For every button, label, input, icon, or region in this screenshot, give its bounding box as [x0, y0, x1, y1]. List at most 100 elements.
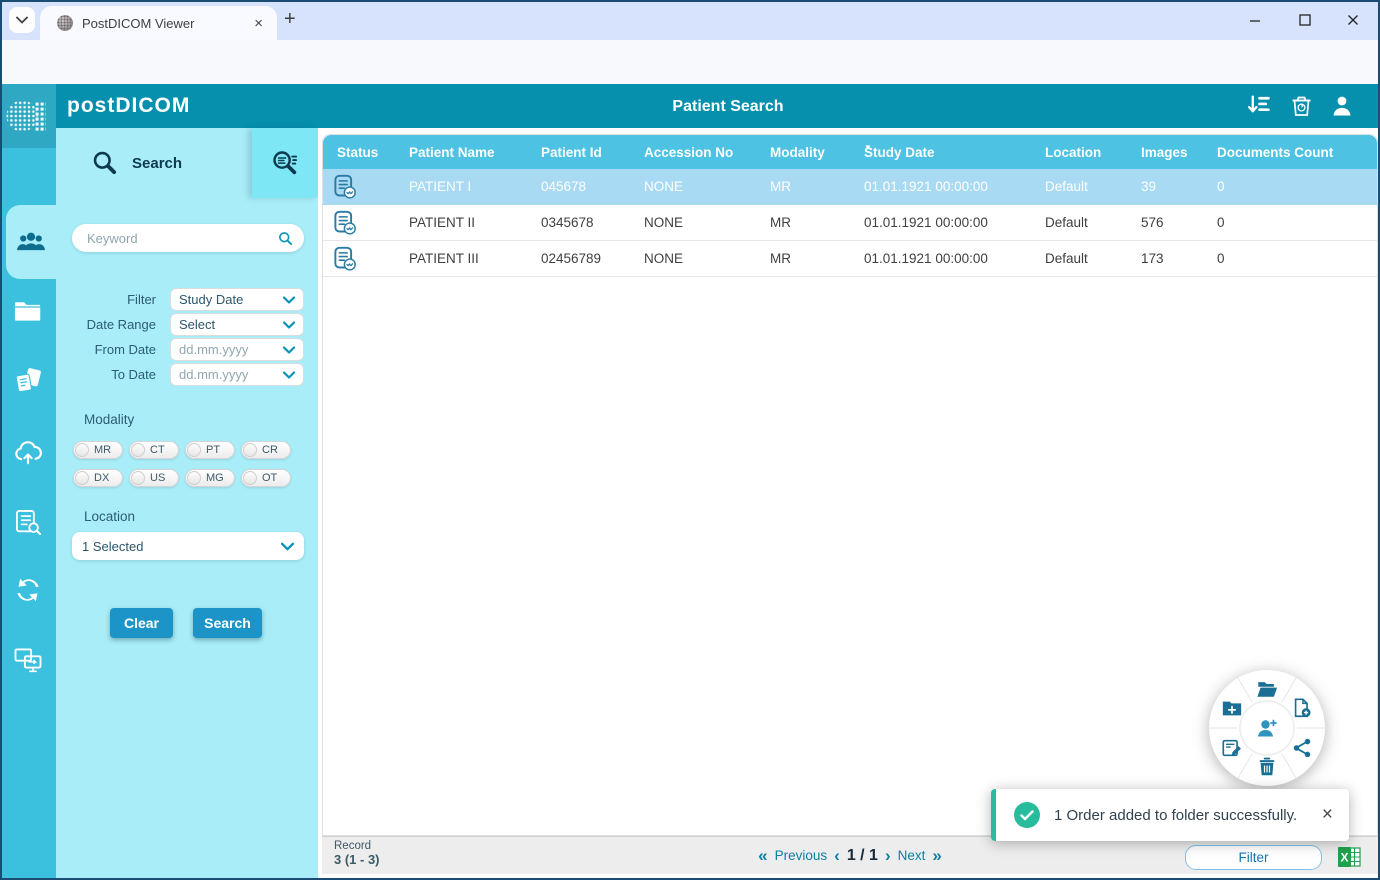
record-label: Record	[334, 840, 380, 852]
column-header-accession-no[interactable]: Accession No	[630, 145, 756, 160]
prev-page-icon[interactable]: ‹	[834, 847, 840, 864]
column-header-study-date[interactable]: ▼Study Date	[850, 145, 1031, 160]
accession-no-cell: NONE	[630, 179, 756, 194]
browser-tab[interactable]: PostDICOM Viewer ×	[40, 6, 277, 40]
favicon	[57, 15, 73, 31]
modality-cell: MR	[756, 251, 850, 266]
date-range-select[interactable]: Select	[170, 313, 304, 336]
recycle-bin-icon	[1291, 94, 1312, 118]
svg-text:X: X	[1340, 851, 1348, 865]
accession-no-cell: NONE	[630, 215, 756, 230]
first-page-icon[interactable]: «	[758, 847, 767, 864]
tab-close-icon[interactable]: ×	[250, 15, 267, 32]
images-cell: 576	[1127, 215, 1203, 230]
tab-search[interactable]: Search	[56, 128, 252, 198]
column-header-modality[interactable]: Modality	[756, 145, 850, 160]
toast-close-icon[interactable]: ×	[1322, 804, 1333, 826]
column-header-status[interactable]: Status	[323, 145, 395, 160]
filter-select[interactable]: Study Date	[170, 288, 304, 311]
column-header-location[interactable]: Location	[1031, 145, 1127, 160]
browser-tab-strip: PostDICOM Viewer × +	[0, 0, 1380, 40]
study-date-cell: 01.01.1921 00:00:00	[850, 179, 1031, 194]
sidebar-item-patients[interactable]	[6, 205, 56, 279]
list-search-icon	[14, 507, 42, 537]
last-page-icon[interactable]: »	[932, 847, 941, 864]
keyword-input[interactable]	[85, 230, 278, 247]
filter-row: Filter Study Date	[56, 288, 318, 313]
export-excel-button[interactable]: X	[1337, 845, 1362, 869]
toast-message: 1 Order added to folder successfully.	[1054, 807, 1322, 824]
radial-delete-button[interactable]	[1256, 756, 1278, 778]
window-close-button[interactable]	[1346, 0, 1360, 40]
next-page-icon[interactable]: ›	[885, 847, 891, 864]
success-check-icon	[1014, 802, 1040, 828]
from-date-select[interactable]: dd.mm.yyyy	[170, 338, 304, 361]
tab-search-button[interactable]	[9, 7, 35, 33]
trash-icon	[1256, 756, 1278, 778]
radial-edit-report-button[interactable]	[1221, 737, 1243, 759]
person-plus-icon	[1255, 716, 1279, 740]
table-row-patient-1[interactable]: PATIENT I 045678 NONE MR 01.01.1921 00:0…	[323, 169, 1377, 205]
sidebar-item-query[interactable]	[0, 497, 56, 547]
column-header-documents-count[interactable]: Documents Count	[1203, 145, 1377, 160]
keyword-input-wrap	[72, 224, 304, 252]
modality-toggle-dx[interactable]: DX	[73, 469, 123, 487]
search-tab-label: Search	[132, 155, 182, 172]
sidebar-item-remote-transfer[interactable]	[0, 635, 56, 685]
chevron-down-icon	[283, 296, 295, 304]
radial-open-folder-button[interactable]	[1256, 678, 1278, 700]
modality-cell: MR	[756, 179, 850, 194]
sort-studies-button[interactable]	[1246, 94, 1271, 117]
radial-add-folder-button[interactable]	[1221, 697, 1243, 719]
chevron-down-icon	[281, 542, 294, 551]
next-page-button[interactable]: Next	[898, 848, 926, 863]
location-select[interactable]: 1 Selected	[72, 532, 304, 560]
table-row-patient-3[interactable]: PATIENT III 02456789 NONE MR 01.01.1921 …	[323, 241, 1377, 277]
radial-add-patient-button[interactable]	[1255, 716, 1279, 740]
table-footer: Record 3 (1 - 3) « Previous ‹ 1 / 1 › Ne…	[322, 836, 1378, 874]
column-header-patient-id[interactable]: Patient Id	[527, 145, 630, 160]
modality-toggle-mr[interactable]: MR	[73, 441, 123, 459]
radial-share-button[interactable]	[1291, 737, 1313, 759]
radial-add-report-button[interactable]	[1291, 697, 1313, 719]
tab-advanced-search[interactable]	[252, 128, 318, 198]
status-cell	[323, 173, 395, 200]
modality-toggle-ot[interactable]: OT	[241, 469, 291, 487]
toggle-knob	[187, 443, 201, 457]
account-button[interactable]	[1331, 94, 1353, 118]
window-maximize-button[interactable]	[1298, 0, 1312, 40]
modality-pt-label: PT	[206, 444, 220, 456]
sidebar-item-upload[interactable]	[0, 427, 56, 477]
sidebar-item-documents[interactable]	[0, 356, 56, 406]
sidebar-item-sync[interactable]	[0, 565, 56, 615]
search-button[interactable]: Search	[193, 608, 262, 638]
keyword-search-icon[interactable]	[278, 231, 293, 246]
filter-button[interactable]: Filter	[1185, 845, 1322, 870]
open-folder-icon	[1256, 678, 1278, 700]
documents-count-cell: 0	[1203, 179, 1377, 194]
modality-toggle-ct[interactable]: CT	[129, 441, 179, 459]
to-date-select[interactable]: dd.mm.yyyy	[170, 363, 304, 386]
document-cards-icon	[13, 366, 43, 396]
folder-icon	[14, 299, 42, 323]
previous-page-button[interactable]: Previous	[775, 848, 828, 863]
recycle-bin-button[interactable]	[1291, 94, 1312, 118]
chevron-down-icon	[283, 346, 295, 354]
study-date-cell: 01.01.1921 00:00:00	[850, 251, 1031, 266]
postdicom-logo-icon	[0, 84, 56, 148]
page-title: Patient Search	[672, 98, 783, 116]
patient-name-cell: PATIENT III	[395, 251, 527, 266]
new-tab-button[interactable]: +	[284, 8, 296, 31]
clear-button[interactable]: Clear	[110, 608, 173, 638]
modality-toggle-us[interactable]: US	[129, 469, 179, 487]
column-header-patient-name[interactable]: Patient Name	[395, 145, 527, 160]
modality-cr-label: CR	[262, 444, 278, 456]
modality-toggle-mg[interactable]: MG	[185, 469, 235, 487]
modality-toggle-pt[interactable]: PT	[185, 441, 235, 459]
column-header-images[interactable]: Images	[1127, 145, 1203, 160]
modality-toggle-cr[interactable]: CR	[241, 441, 291, 459]
toggle-knob	[75, 443, 89, 457]
table-row-patient-2[interactable]: PATIENT II 0345678 NONE MR 01.01.1921 00…	[323, 205, 1377, 241]
window-minimize-button[interactable]	[1248, 0, 1262, 40]
sidebar-item-folders[interactable]	[0, 286, 56, 336]
